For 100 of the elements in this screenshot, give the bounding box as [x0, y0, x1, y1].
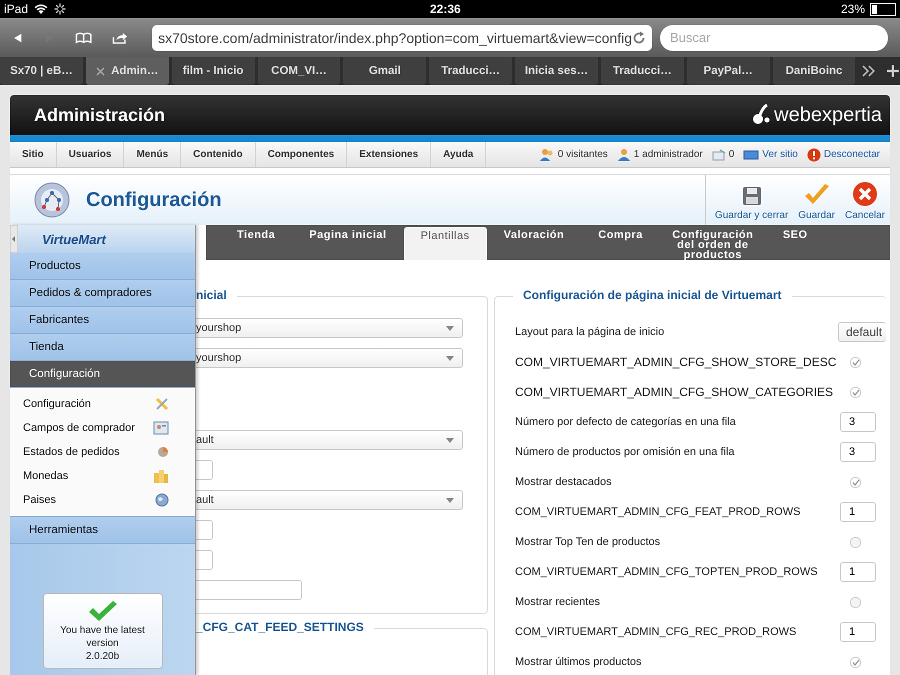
config-tab[interactable]: Pagina inicial [292, 225, 404, 260]
sidebar-item[interactable]: Estados de pedidos [23, 446, 120, 458]
browser-tab[interactable]: PayPal… [686, 57, 770, 85]
coins-icon [153, 468, 169, 484]
pie-chart-icon [157, 446, 169, 458]
header-link[interactable]: Ver sitio [762, 149, 798, 160]
status-text: 0 [728, 149, 734, 160]
sidebar-section[interactable]: Tienda [10, 334, 195, 361]
sidebar-section[interactable]: Herramientas [10, 517, 195, 544]
select-field[interactable]: yourshop [196, 318, 463, 338]
collapse-tab-icon[interactable] [10, 225, 18, 253]
sidebar-section[interactable]: Fabricantes [10, 307, 195, 334]
checkbox[interactable] [850, 536, 861, 548]
fieldset-legend: nicial [196, 288, 237, 302]
checkbox[interactable] [850, 386, 861, 398]
setting-label: COM_VIRTUEMART_ADMIN_CFG_SHOW_CATEGORIES [515, 385, 834, 399]
input-field[interactable] [196, 580, 302, 600]
browser-tab[interactable]: Traducci… [600, 57, 684, 85]
config-tab[interactable]: Configuración del orden de productos [660, 225, 766, 260]
number-field[interactable]: 1 [840, 502, 876, 522]
fieldset-legend: _CFG_CAT_FEED_SETTINGS [196, 620, 374, 634]
browser-tab[interactable]: DaniBoinc [772, 57, 856, 85]
setting-label: Mostrar destacados [515, 476, 612, 488]
sidebar-item[interactable]: Configuración [23, 398, 91, 410]
menu-item[interactable]: Ayuda [431, 142, 486, 167]
browser-tab[interactable]: Inicia ses… [515, 57, 598, 85]
brand-name: webexpertia [774, 104, 882, 126]
sidebar-item[interactable]: Paises [23, 494, 56, 506]
config-tab[interactable]: Tienda [220, 225, 292, 260]
sidebar-section[interactable]: Configuración [10, 361, 195, 388]
select-field[interactable]: yourshop [196, 348, 463, 368]
dropdown-caret-icon [446, 438, 454, 442]
tools-icon [155, 397, 169, 411]
reload-icon[interactable] [632, 30, 646, 44]
config-tab[interactable]: SEO [766, 225, 825, 260]
fieldset-legend: Configuración de página inicial de Virtuemart [513, 288, 792, 302]
save-button[interactable]: Guardar y cerrar [710, 175, 794, 225]
input-field[interactable] [196, 460, 213, 480]
users-icon [538, 148, 555, 162]
dropdown-caret-icon [446, 356, 454, 360]
admin-title: Administración [34, 104, 166, 126]
menu-item[interactable]: Extensiones [347, 142, 432, 167]
dropdown-caret-icon [446, 498, 454, 502]
checkbox[interactable] [850, 596, 861, 608]
checkbox[interactable] [850, 476, 861, 488]
more-tabs-icon[interactable] [862, 65, 876, 77]
header-link[interactable]: Desconectar [824, 149, 880, 160]
sidebar-section[interactable]: Productos [10, 253, 195, 280]
clock-time: 22:36 [430, 2, 461, 16]
checkbox[interactable] [850, 356, 861, 368]
menu-item[interactable]: Contenido [181, 142, 256, 167]
menu-item[interactable]: Menús [124, 142, 182, 167]
menu-item[interactable]: Sitio [10, 142, 57, 167]
browser-tab[interactable]: COM_VI… [258, 57, 340, 85]
save-button[interactable]: Guardar [793, 175, 840, 225]
setting-label: Número por defecto de categorías en una fila [515, 416, 736, 428]
checkbox[interactable] [850, 656, 861, 668]
number-field[interactable]: 1 [840, 622, 876, 642]
menu-item[interactable]: Usuarios [56, 142, 124, 167]
config-tab[interactable]: Compra [581, 225, 660, 260]
checkmark-icon [88, 600, 118, 622]
globe-icon [155, 493, 169, 507]
number-field[interactable]: 3 [840, 412, 876, 432]
brand-logo-icon [751, 104, 772, 126]
browser-tab[interactable]: Gmail [343, 57, 426, 85]
browser-tab[interactable]: Traducci… [429, 57, 512, 85]
select-field[interactable]: ault [196, 490, 463, 510]
setting-label: COM_VIRTUEMART_ADMIN_CFG_REC_PROD_ROWS [515, 626, 796, 638]
page-title: Configuración [86, 188, 222, 212]
number-field[interactable]: 3 [840, 442, 876, 462]
setting-label: COM_VIRTUEMART_ADMIN_CFG_FEAT_PROD_ROWS [515, 506, 800, 518]
sidebar-item[interactable]: Monedas [23, 470, 68, 482]
status-text: 0 visitantes [558, 149, 608, 160]
setting-label: Layout para la página de inicio [515, 326, 664, 338]
input-field[interactable] [196, 520, 213, 540]
menu-item[interactable]: Componentes [256, 142, 348, 167]
cancel-button[interactable]: Cancelar [840, 175, 890, 225]
new-tab-icon[interactable] [886, 64, 900, 78]
browser-tab[interactable]: Sx70 | eB… [0, 57, 83, 85]
select-field[interactable]: default [838, 322, 886, 342]
cancel-icon [852, 181, 878, 207]
loading-spinner-icon [54, 3, 66, 15]
setting-label: Número de productos por omisión en una fila [515, 446, 735, 458]
select-field[interactable]: ault [196, 430, 463, 450]
sidebar-section[interactable]: Pedidos & compradores [10, 280, 195, 307]
input-field[interactable] [196, 550, 213, 570]
sidebar-item[interactable]: Campos de comprador [23, 422, 135, 434]
close-icon[interactable] [96, 66, 106, 76]
address-field[interactable]: sx70store.com/administrator/index.php?option=com_virtuemart&view=config [152, 24, 652, 50]
number-field[interactable]: 1 [840, 562, 876, 582]
setting-label: Mostrar Top Ten de productos [515, 536, 660, 548]
battery-icon [870, 2, 896, 16]
id-card-icon [153, 421, 169, 435]
search-field[interactable]: Buscar [660, 24, 888, 50]
config-tab[interactable]: Valoración [486, 225, 582, 260]
browser-tab[interactable]: Admin… [86, 57, 169, 85]
browser-tab[interactable]: film - Inicio [172, 57, 255, 85]
user-icon [616, 148, 631, 162]
logout-icon [806, 148, 821, 162]
config-tab[interactable]: Plantillas [404, 227, 487, 260]
